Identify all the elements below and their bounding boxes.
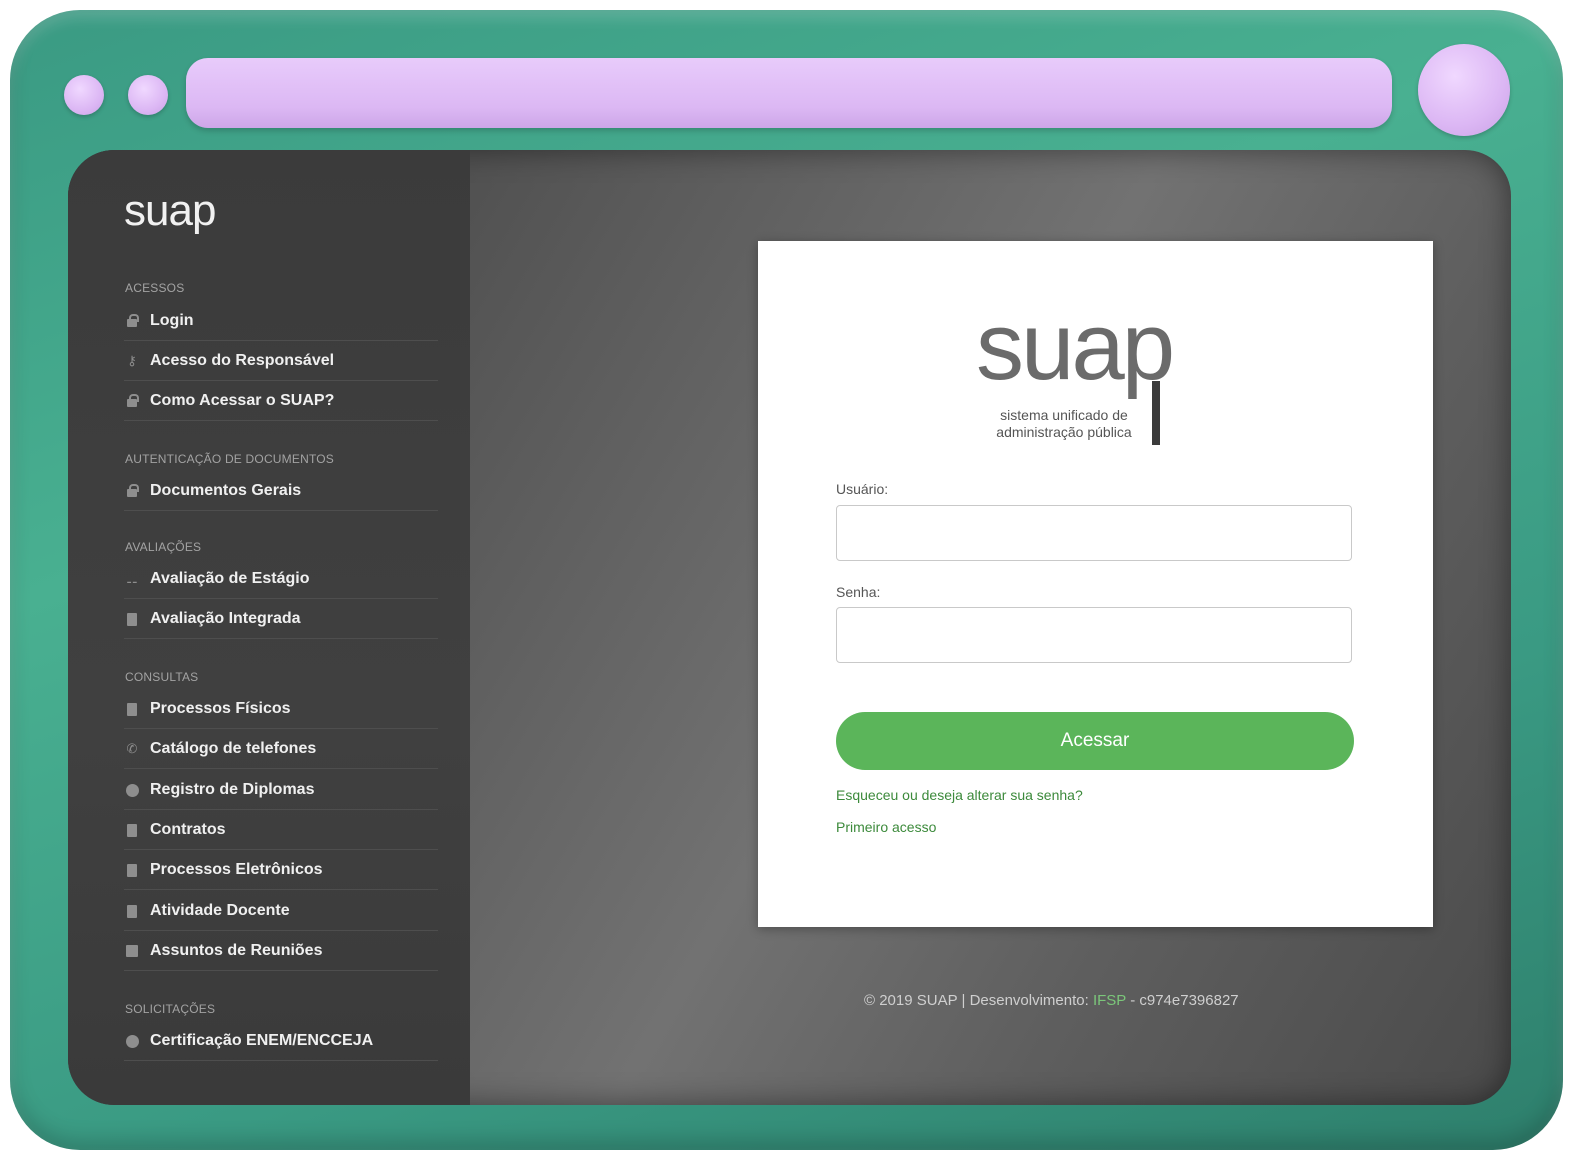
lock-icon (124, 313, 140, 329)
sidebar-item-label: Catálogo de telefones (150, 740, 317, 757)
section-title-solicitacoes: SOLICITAÇÕES (125, 1002, 216, 1016)
grid-icon (124, 943, 140, 959)
document-icon (124, 903, 140, 919)
footer: © 2019 SUAP | Desenvolvimento: IFSP - c9… (864, 992, 1464, 1009)
first-access-link[interactable]: Primeiro acesso (836, 819, 936, 835)
sidebar-item-acesso-responsavel[interactable]: ⚷ Acesso do Responsável (124, 342, 438, 381)
section-title-autenticacao: AUTENTICAÇÃO DE DOCUMENTOS (125, 452, 334, 466)
window-dot-1 (64, 75, 104, 115)
logo-subtitle-line-1: sistema unificado de (1000, 407, 1128, 423)
forgot-password-link[interactable]: Esqueceu ou deseja alterar sua senha? (836, 787, 1083, 803)
circle-icon (124, 782, 140, 798)
sidebar-item-label: Acesso do Responsável (150, 352, 335, 369)
sidebar-item-label: Como Acessar o SUAP? (150, 392, 335, 409)
sidebar-item-label: Processos Eletrônicos (150, 861, 323, 878)
sidebar-item-login[interactable]: Login (124, 302, 438, 341)
sidebar-item-contratos[interactable]: Contratos (124, 811, 438, 850)
sidebar-item-label: Assuntos de Reuniões (150, 942, 323, 959)
sidebar-item-avaliacao-integrada[interactable]: Avaliação Integrada (124, 600, 438, 639)
sidebar-item-label: Contratos (150, 821, 226, 838)
document-icon (124, 822, 140, 838)
login-card: suap sistema unificado de administração … (758, 241, 1433, 927)
key-icon: ⚷ (127, 353, 137, 368)
sidebar-item-registro-diplomas[interactable]: Registro de Diplomas (124, 771, 438, 810)
section-title-avaliacoes: AVALIAÇÕES (125, 540, 202, 554)
window-dot-2 (128, 75, 168, 115)
sidebar: suap ACESSOS Login ⚷ Acesso do Responsáv… (68, 150, 470, 1105)
password-input[interactable] (836, 607, 1352, 663)
sidebar-item-label: Certificação ENEM/ENCCEJA (150, 1032, 374, 1049)
sidebar-item-atividade-docente[interactable]: Atividade Docente (124, 892, 438, 931)
sidebar-item-label: Avaliação Integrada (150, 610, 301, 627)
footer-copyright: © 2019 SUAP | Desenvolvimento: (864, 992, 1093, 1009)
sidebar-item-como-acessar[interactable]: Como Acessar o SUAP? (124, 382, 438, 421)
sidebar-item-certificacao-enem[interactable]: Certificação ENEM/ENCCEJA (124, 1022, 438, 1061)
phone-icon: ✆ (126, 741, 138, 756)
address-bar[interactable] (186, 58, 1392, 128)
sidebar-item-label: Processos Físicos (150, 700, 291, 717)
user-label: Usuário: (836, 481, 889, 497)
section-title-acessos: ACESSOS (125, 281, 185, 295)
footer-version: - c974e7396827 (1126, 992, 1239, 1009)
lock-icon (124, 483, 140, 499)
section-title-consultas: CONSULTAS (125, 670, 199, 684)
sidebar-item-assuntos-reunioes[interactable]: Assuntos de Reuniões (124, 932, 438, 971)
user-input[interactable] (836, 505, 1352, 561)
sidebar-brand: suap (124, 186, 216, 235)
sidebar-item-label: Login (150, 312, 194, 329)
circle-icon (124, 1033, 140, 1049)
document-icon (124, 701, 140, 717)
footer-org-link[interactable]: IFSP (1093, 992, 1126, 1009)
suap-logo: suap (976, 293, 1175, 400)
window-round-button[interactable] (1418, 44, 1510, 136)
sidebar-item-documentos-gerais[interactable]: Documentos Gerais (124, 472, 438, 511)
sidebar-item-label: Documentos Gerais (150, 482, 302, 499)
sidebar-item-label: Atividade Docente (150, 902, 290, 919)
password-label: Senha: (836, 584, 881, 600)
sidebar-item-label: Avaliação de Estágio (150, 570, 310, 587)
document-icon (124, 611, 140, 627)
sidebar-item-avaliacao-estagio[interactable]: ⚋ Avaliação de Estágio (124, 560, 438, 599)
app-screen: suap ACESSOS Login ⚷ Acesso do Responsáv… (68, 150, 1511, 1105)
sidebar-item-processos-eletronicos[interactable]: Processos Eletrônicos (124, 851, 438, 890)
login-button[interactable]: Acessar (836, 712, 1354, 770)
sidebar-item-label: Registro de Diplomas (150, 781, 315, 798)
sidebar-item-processos-fisicos[interactable]: Processos Físicos (124, 690, 438, 729)
logo-subtitle-line-2: administração pública (996, 424, 1132, 440)
logo-subtitle: sistema unificado de administração públi… (980, 407, 1148, 441)
lock-icon (124, 393, 140, 409)
chart-icon: ⚋ (126, 571, 138, 586)
logo-bar (1152, 381, 1160, 445)
sidebar-item-catalogo-telefones[interactable]: ✆ Catálogo de telefones (124, 730, 438, 769)
document-icon (124, 862, 140, 878)
